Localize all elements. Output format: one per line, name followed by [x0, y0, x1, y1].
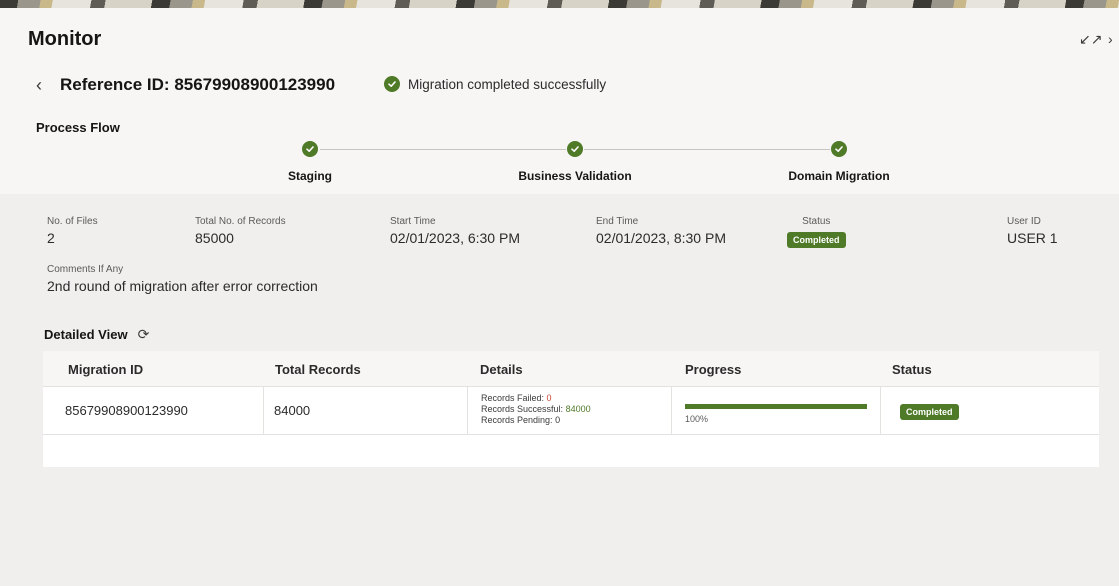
records-label: Total No. of Records	[195, 216, 286, 227]
column-total-records[interactable]: Total Records	[275, 362, 361, 377]
files-value: 2	[47, 230, 55, 246]
step-domain-migration-label: Domain Migration	[788, 169, 890, 183]
records-pending-label: Records Pending:	[481, 415, 553, 425]
collapse-arrows-icon[interactable]: ↙↗	[1079, 32, 1102, 46]
migration-status: Migration completed successfully	[384, 76, 606, 92]
row-status-cell: Completed	[900, 403, 959, 420]
banner-strip	[0, 0, 1119, 8]
records-failed-line: Records Failed: 0	[481, 393, 591, 404]
flow-connector	[584, 149, 830, 150]
reference-id: Reference ID: 85679908900123990	[60, 75, 336, 94]
column-details[interactable]: Details	[480, 362, 523, 377]
records-successful-label: Records Successful:	[481, 404, 564, 414]
table-row[interactable]: 85679908900123990 84000 Records Failed: …	[43, 387, 1099, 435]
chevron-left-icon[interactable]: ‹	[36, 76, 50, 94]
close-icon[interactable]: ›	[1108, 32, 1113, 46]
step-domain-migration-check-icon	[831, 141, 847, 157]
start-time-info: Start Time 02/01/2023, 6:30 PM	[390, 216, 520, 246]
migration-status-text: Migration completed successfully	[408, 76, 607, 92]
status-info: Status Completed	[787, 216, 846, 248]
column-migration-id[interactable]: Migration ID	[68, 362, 143, 377]
user-label: User ID	[1007, 216, 1041, 227]
check-circle-icon	[384, 76, 400, 92]
comments-value: 2nd round of migration after error corre…	[47, 278, 318, 294]
step-staging-check-icon	[302, 141, 318, 157]
monitor-panel: Monitor ↙↗ › ‹ Reference ID: 85679908900…	[0, 8, 1119, 586]
status-label: Status	[802, 216, 831, 227]
process-flow-title: Process Flow	[36, 120, 120, 135]
end-time-value: 02/01/2023, 8:30 PM	[596, 230, 726, 246]
refresh-icon[interactable]: ⟳	[138, 326, 150, 343]
user-info: User ID USER 1	[1007, 216, 1058, 246]
column-progress[interactable]: Progress	[685, 362, 741, 377]
detailed-view-title: Detailed View	[44, 327, 128, 342]
step-business-validation-check-icon	[567, 141, 583, 157]
table-header: Migration ID Total Records Details Progr…	[43, 351, 1099, 387]
end-time-label: End Time	[596, 216, 639, 227]
progress-bar	[685, 404, 867, 409]
column-divider	[880, 387, 881, 435]
details-cell: Records Failed: 0 Records Successful: 84…	[481, 393, 591, 426]
records-successful-value: 84000	[565, 404, 591, 414]
files-info: No. of Files 2	[47, 216, 98, 246]
step-business-validation-label: Business Validation	[518, 169, 632, 183]
reference-row: ‹ Reference ID: 85679908900123990	[36, 74, 335, 96]
row-status-badge: Completed	[900, 404, 959, 420]
records-info: Total No. of Records 85000	[195, 216, 286, 246]
flow-connector	[320, 149, 566, 150]
total-records-cell: 84000	[274, 403, 311, 418]
step-staging-label: Staging	[288, 169, 332, 183]
records-value: 85000	[195, 230, 234, 246]
column-divider	[263, 387, 264, 435]
start-time-value: 02/01/2023, 6:30 PM	[390, 230, 520, 246]
status-badge: Completed	[787, 232, 846, 248]
comments-info: Comments If Any 2nd round of migration a…	[47, 264, 318, 294]
page-title: Monitor	[28, 28, 102, 50]
start-time-label: Start Time	[390, 216, 436, 227]
files-label: No. of Files	[47, 216, 98, 227]
column-status[interactable]: Status	[892, 362, 932, 377]
migration-id-cell: 85679908900123990	[65, 403, 188, 418]
records-pending-value: 0	[555, 415, 561, 425]
records-failed-value: 0	[546, 393, 552, 403]
records-successful-line: Records Successful: 84000	[481, 404, 591, 415]
progress-text: 100%	[685, 414, 709, 424]
user-value: USER 1	[1007, 230, 1058, 246]
detailed-view-header: Detailed View ⟳	[44, 326, 149, 343]
records-pending-line: Records Pending: 0	[481, 415, 591, 426]
comments-label: Comments If Any	[47, 264, 124, 275]
migration-table: Migration ID Total Records Details Progr…	[43, 351, 1099, 467]
end-time-info: End Time 02/01/2023, 8:30 PM	[596, 216, 726, 246]
column-divider	[671, 387, 672, 435]
progress-fill	[685, 404, 867, 409]
records-failed-label: Records Failed:	[481, 393, 545, 403]
column-divider	[467, 387, 468, 435]
